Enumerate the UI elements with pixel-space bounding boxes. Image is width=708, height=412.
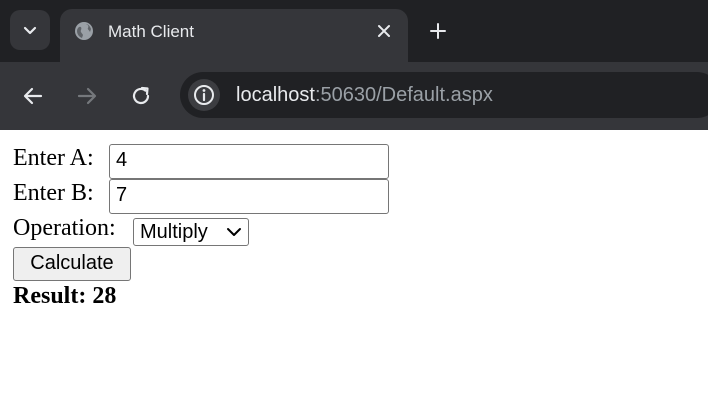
reload-button[interactable]: [123, 78, 159, 114]
address-bar[interactable]: localhost:50630/Default.aspx: [180, 72, 708, 118]
browser-chrome: Math Client localhost:50630/Default.aspx: [0, 0, 708, 130]
label-operation: Operation:: [13, 214, 116, 241]
tab-title: Math Client: [108, 22, 194, 41]
tab-search-button[interactable]: [10, 10, 50, 50]
site-info-button[interactable]: [188, 79, 220, 111]
label-b: Enter B:: [13, 179, 94, 206]
page-content: Enter A: 4 Enter B: 7 Operation: Multipl…: [0, 130, 708, 412]
plus-icon: [430, 23, 446, 39]
field-a-row: Enter A:: [13, 144, 94, 180]
result-text: Result: 28: [13, 283, 117, 309]
close-tab-button[interactable]: [374, 21, 394, 41]
back-button[interactable]: [15, 78, 51, 114]
label-a: Enter A:: [13, 144, 94, 171]
arrow-right-icon: [77, 87, 97, 105]
chevron-down-icon: [23, 26, 37, 35]
arrow-left-icon: [23, 87, 43, 105]
url-path: :50630/Default.aspx: [314, 84, 493, 106]
toolbar: localhost:50630/Default.aspx: [0, 62, 708, 130]
reload-icon: [132, 86, 150, 105]
operation-row: Operation:: [13, 214, 116, 250]
tab-math-client[interactable]: Math Client: [60, 9, 408, 62]
operation-select[interactable]: Multiply: [133, 218, 249, 246]
info-icon: [194, 85, 214, 105]
input-b[interactable]: 7: [109, 179, 389, 214]
forward-button[interactable]: [69, 78, 105, 114]
field-b-row: Enter B:: [13, 179, 94, 215]
tab-strip: Math Client: [0, 0, 708, 62]
chevron-down-icon: [227, 228, 241, 236]
new-tab-button[interactable]: [424, 17, 452, 45]
globe-icon: [75, 22, 93, 40]
url-host: localhost: [236, 84, 315, 106]
url-text: localhost:50630/Default.aspx: [236, 83, 493, 107]
close-icon: [378, 25, 390, 37]
input-a[interactable]: 4: [109, 144, 389, 179]
operation-selected: Multiply: [140, 221, 208, 243]
calculate-button[interactable]: Calculate: [13, 247, 131, 281]
